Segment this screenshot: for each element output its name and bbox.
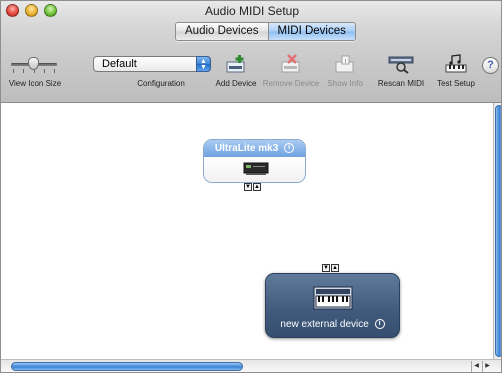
midi-in-port[interactable]: ▼: [244, 183, 252, 191]
device-info-icon[interactable]: i: [284, 143, 295, 154]
external-device-ports: ▼ ▲: [322, 264, 339, 272]
test-setup-icon: [445, 54, 467, 73]
rescan-midi-button[interactable]: Rescan MIDI: [373, 47, 429, 89]
device-name: new external device: [280, 319, 369, 330]
remove-device-icon: [281, 54, 300, 73]
horizontal-scroll-thumb[interactable]: [11, 362, 243, 371]
show-info-button[interactable]: Show Info: [325, 47, 365, 89]
audio-interface-icon: [243, 162, 269, 175]
device-type-tabs: Audio Devices MIDI Devices: [175, 22, 356, 41]
tab-midi-devices[interactable]: MIDI Devices: [267, 23, 355, 40]
configuration-popup[interactable]: Default ▲ ▼: [93, 56, 211, 72]
device-name: UltraLite mk3: [214, 143, 279, 154]
test-setup-button[interactable]: Test Setup: [435, 47, 477, 89]
horizontal-scrollbar[interactable]: ◀ ▶: [1, 359, 501, 372]
vertical-scrollbar[interactable]: [493, 103, 501, 359]
configuration-label: Configuration: [137, 79, 185, 88]
show-info-label: Show Info: [327, 79, 363, 88]
audio-midi-setup-window: Audio MIDI Setup Audio Devices MIDI Devi…: [0, 0, 502, 373]
device-info-icon[interactable]: i: [374, 319, 385, 330]
show-info-icon: [335, 55, 354, 73]
test-setup-label: Test Setup: [437, 79, 475, 88]
rescan-icon: [388, 56, 414, 74]
window-title: Audio MIDI Setup: [204, 4, 300, 18]
view-icon-size-label: View Icon Size: [8, 79, 62, 88]
add-device-icon: [226, 55, 245, 73]
add-device-button[interactable]: Add Device: [214, 47, 258, 89]
device-ultralite-mk3[interactable]: UltraLite mk3 i: [203, 139, 306, 183]
midi-out-port[interactable]: ▲: [331, 264, 339, 272]
ultralite-ports: ▼ ▲: [244, 183, 261, 191]
configuration-value: Default: [102, 58, 137, 70]
remove-device-button[interactable]: Remove Device: [261, 47, 321, 89]
add-device-label: Add Device: [215, 79, 257, 88]
popup-arrows-icon: ▲ ▼: [196, 56, 211, 72]
tab-audio-devices[interactable]: Audio Devices: [176, 23, 268, 40]
remove-device-label: Remove Device: [262, 79, 320, 88]
midi-in-port[interactable]: ▼: [322, 264, 330, 272]
rescan-midi-label: Rescan MIDI: [377, 79, 425, 88]
scroll-left-icon[interactable]: ◀: [471, 361, 481, 372]
keyboard-icon: [313, 286, 353, 310]
midi-out-port[interactable]: ▲: [253, 183, 261, 191]
title-toolbar-area: Audio MIDI Setup Audio Devices MIDI Devi…: [1, 1, 501, 103]
scroll-right-icon[interactable]: ▶: [482, 361, 492, 372]
help-button[interactable]: ?: [482, 57, 499, 74]
slider-ticks: [13, 69, 55, 73]
vertical-scroll-thumb[interactable]: [495, 105, 501, 357]
device-new-external[interactable]: new external device i: [265, 273, 400, 338]
